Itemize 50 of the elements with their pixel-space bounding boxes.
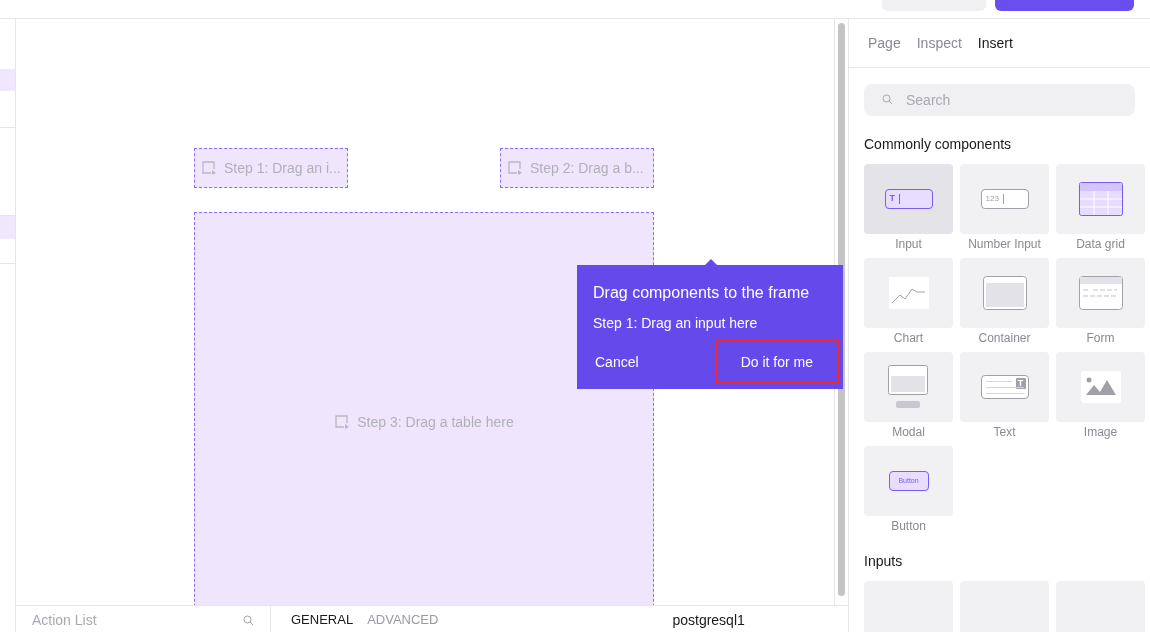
section-title: Commonly components: [864, 135, 1013, 154]
panel-tab[interactable]: Insert: [977, 32, 1013, 54]
container-icon: [982, 276, 1027, 310]
component-label: Form: [1086, 331, 1115, 345]
panel-tab[interactable]: Inspect: [916, 32, 962, 54]
component-card[interactable]: [1056, 164, 1145, 234]
table-icon: [1078, 182, 1123, 216]
search-icon: [243, 615, 254, 626]
drop-zone-label: Step 2: Drag a b...: [530, 158, 644, 178]
resource-name: postgresql1: [672, 612, 745, 628]
do-it-button[interactable]: Do it for me: [714, 340, 839, 384]
section-title: Inputs: [864, 552, 904, 571]
component-card[interactable]: T: [864, 164, 953, 234]
component-label: Image: [1083, 425, 1118, 439]
component-label: Text: [993, 425, 1016, 439]
line-chart-icon: [888, 277, 929, 309]
sidebar-row[interactable]: [0, 69, 15, 91]
image-icon: [1080, 371, 1121, 403]
component-card[interactable]: [1056, 352, 1145, 422]
sidebar-row[interactable]: [0, 216, 15, 239]
drop-target-icon: [507, 160, 524, 176]
number-input-icon: 123: [980, 189, 1029, 209]
component-card[interactable]: 123: [960, 164, 1049, 234]
component-label: Input: [895, 237, 922, 251]
action-search-field[interactable]: Action List: [32, 612, 182, 628]
component-card[interactable]: [864, 352, 953, 422]
text-input-icon: T: [884, 189, 933, 209]
component-label: Button: [891, 519, 926, 533]
component-label: Container: [978, 331, 1031, 345]
search-field[interactable]: Search: [864, 84, 1135, 116]
drop-zone-label: Step 3: Drag a table here: [357, 412, 514, 432]
form-icon: [1078, 276, 1123, 310]
panel-tab[interactable]: Page: [868, 32, 901, 54]
component-label: Number Input: [968, 237, 1041, 251]
drop-zone-label: Step 1: Drag an i...: [224, 158, 341, 178]
modal-icon: [887, 365, 930, 409]
bottom-tab[interactable]: GENERAL: [291, 612, 354, 628]
component-card[interactable]: T: [960, 352, 1049, 422]
text-card-icon: T: [980, 375, 1029, 399]
search-icon: [882, 94, 893, 105]
component-card[interactable]: [1056, 258, 1145, 328]
component-label: Chart: [893, 331, 924, 345]
component-label: Data grid: [1076, 237, 1125, 251]
component-card[interactable]: [960, 258, 1049, 328]
drop-target-icon: [201, 160, 218, 176]
component-label: Modal: [892, 425, 925, 439]
bottom-tab[interactable]: ADVANCED: [367, 612, 439, 628]
cancel-button[interactable]: Cancel: [577, 340, 657, 384]
drop-zone[interactable]: Step 2: Drag a b...: [500, 148, 654, 188]
publish-button[interactable]: [995, 0, 1134, 11]
